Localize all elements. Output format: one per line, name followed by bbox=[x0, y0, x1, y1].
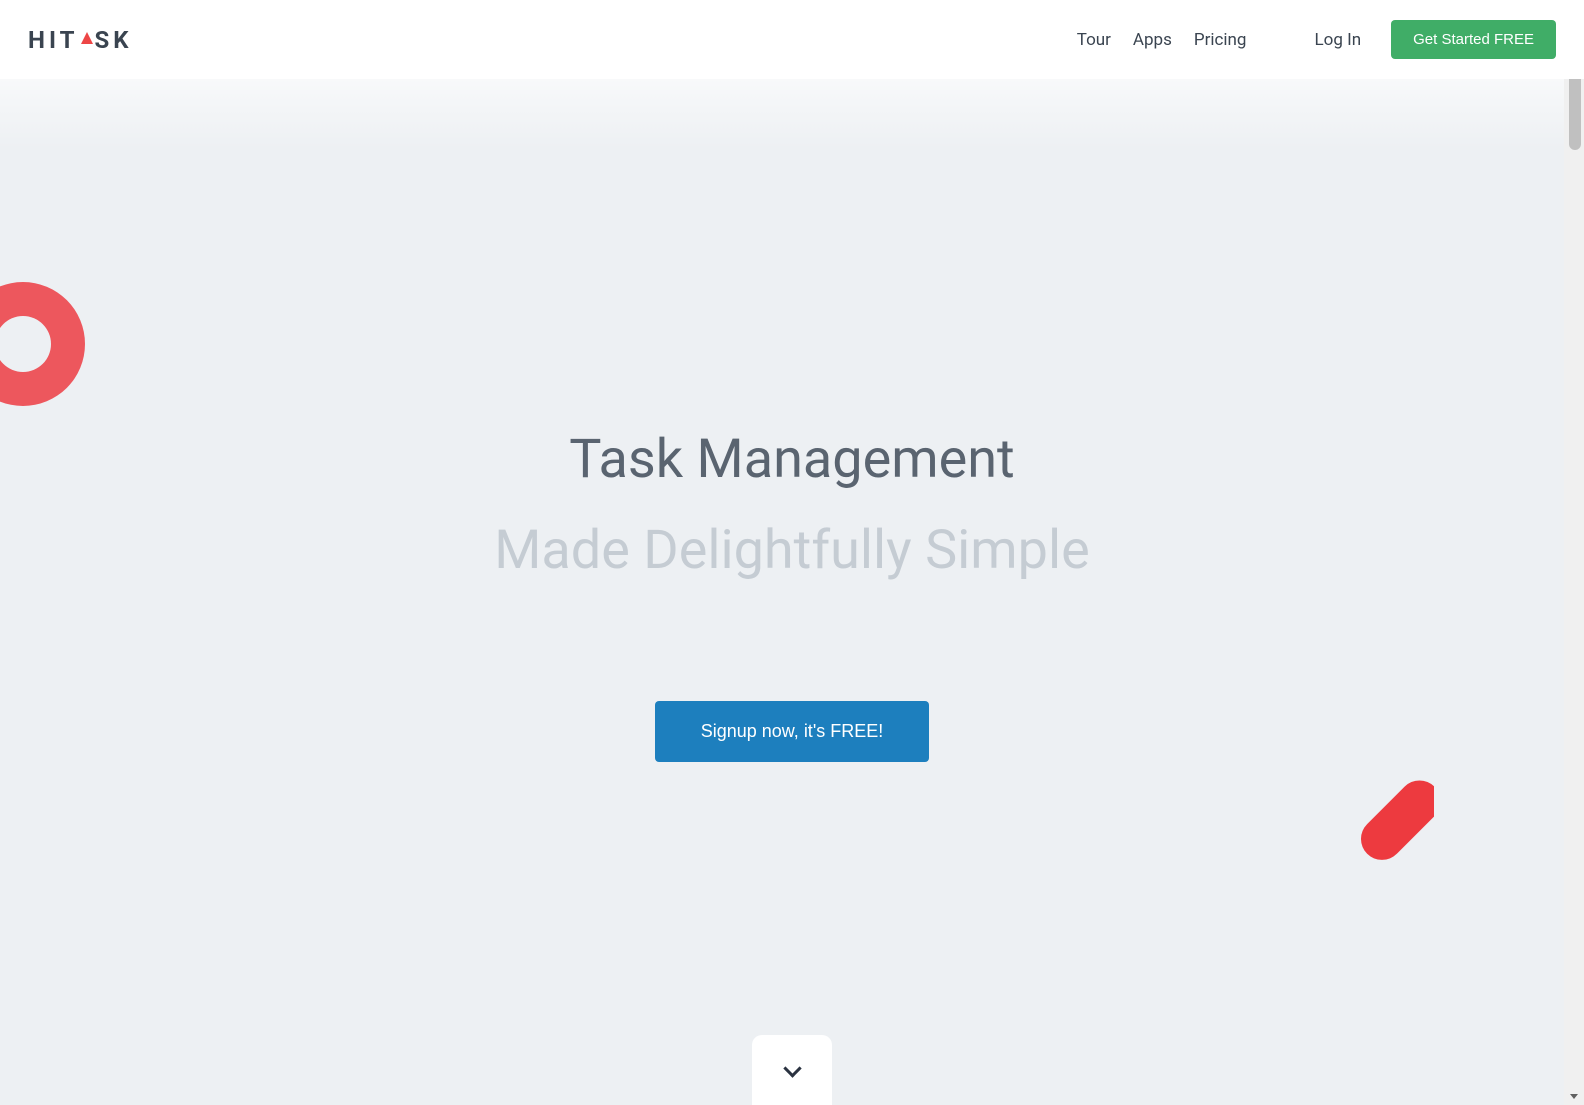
main-nav: Tour Apps Pricing Log In Get Started FRE… bbox=[1077, 20, 1556, 59]
nav-apps[interactable]: Apps bbox=[1133, 30, 1172, 50]
hero-title: Task Management bbox=[569, 419, 1014, 500]
get-started-button[interactable]: Get Started FREE bbox=[1391, 20, 1556, 59]
decoration-pill-icon bbox=[1344, 775, 1434, 860]
nav-tour[interactable]: Tour bbox=[1077, 30, 1111, 50]
signup-button[interactable]: Signup now, it's FREE! bbox=[655, 701, 930, 762]
scroll-down-button[interactable] bbox=[752, 1035, 832, 1105]
hero-subtitle: Made Delightfully Simple bbox=[494, 510, 1089, 591]
logo-a-icon bbox=[81, 32, 93, 44]
scrollbar-track[interactable] bbox=[1564, 0, 1584, 1105]
decoration-donut-icon bbox=[0, 279, 88, 409]
logo[interactable]: HIT SK bbox=[28, 24, 133, 56]
chevron-down-icon bbox=[784, 1062, 800, 1078]
scrollbar-down-button[interactable] bbox=[1564, 1087, 1584, 1105]
logo-text: HIT SK bbox=[28, 26, 133, 54]
logo-prefix: HIT bbox=[28, 26, 79, 54]
hero-gradient bbox=[0, 79, 1584, 149]
login-link[interactable]: Log In bbox=[1314, 30, 1361, 50]
nav-pricing[interactable]: Pricing bbox=[1194, 30, 1247, 50]
logo-suffix: SK bbox=[95, 26, 133, 54]
hero-section: Task Management Made Delightfully Simple… bbox=[0, 79, 1584, 1105]
header: HIT SK Tour Apps Pricing Log In Get Start… bbox=[0, 0, 1584, 79]
arrow-down-icon bbox=[1570, 1094, 1578, 1099]
